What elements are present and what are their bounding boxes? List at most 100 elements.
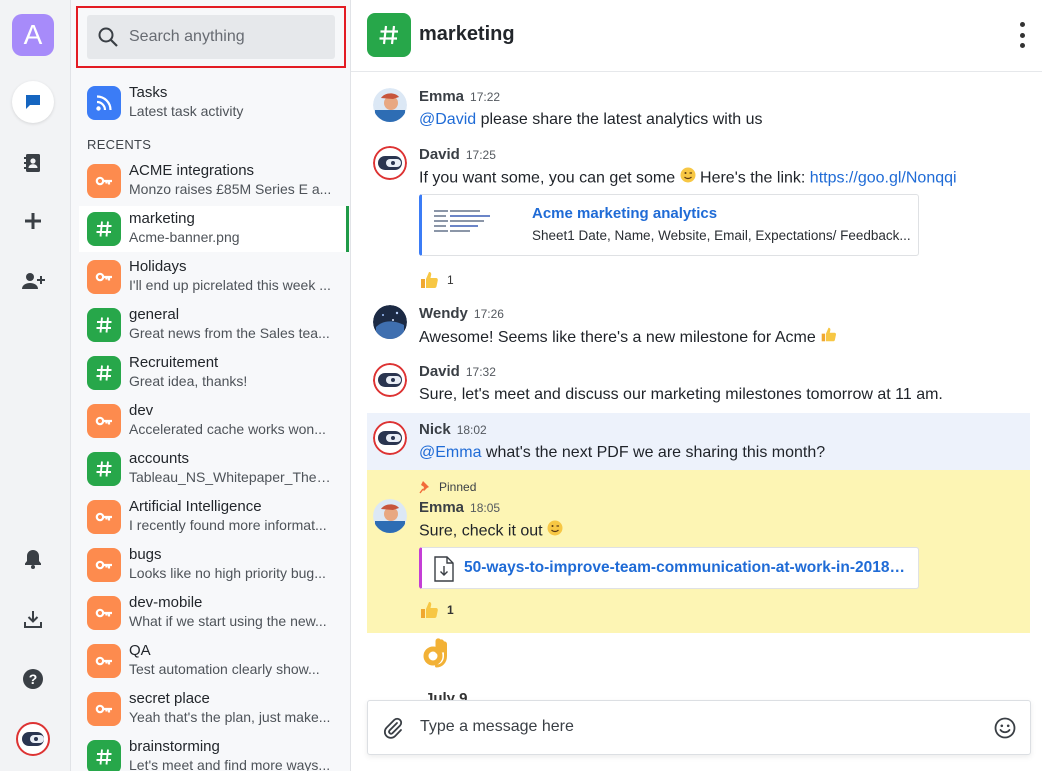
- key-icon: [87, 548, 121, 582]
- emoji-picker-icon[interactable]: [994, 717, 1016, 739]
- room-last-message: Tableau_NS_Whitepaper_The_...: [129, 469, 334, 485]
- wink-emoji-icon: [680, 167, 696, 190]
- message-text: please share the latest analytics with u…: [476, 111, 763, 128]
- file-name-link[interactable]: 50-ways-to-improve-team-communication-at…: [464, 559, 909, 577]
- message-text: Here's the link:: [695, 169, 810, 187]
- room-last-message: What if we start using the new...: [129, 613, 327, 629]
- workspace-avatar[interactable]: A: [12, 14, 54, 56]
- wink-emoji-icon: [547, 520, 563, 543]
- avatar[interactable]: [373, 363, 407, 397]
- room-item[interactable]: brainstorming Let's meet and find more wa…: [79, 734, 349, 771]
- room-item[interactable]: marketing Acme-banner.png: [79, 206, 349, 252]
- room-name: accounts: [129, 450, 190, 467]
- room-last-message: Looks like no high priority bug...: [129, 565, 326, 581]
- thumbs-up-icon: [421, 602, 438, 618]
- message-author[interactable]: Nick: [419, 421, 451, 438]
- room-last-message: Let's meet and find more ways...: [129, 757, 331, 771]
- room-name: Holidays: [129, 258, 187, 275]
- message-url-link[interactable]: https://goo.gl/Nonqqi: [810, 170, 957, 187]
- room-item[interactable]: QA Test automation clearly show...: [79, 638, 349, 684]
- avatar[interactable]: [373, 421, 407, 455]
- channel-header: marketing: [351, 0, 1042, 72]
- room-item[interactable]: Holidays I'll end up picrelated this week…: [79, 254, 349, 300]
- room-last-message: Great news from the Sales tea...: [129, 325, 330, 341]
- room-last-message: Monzo raises £85M Series E a...: [129, 181, 332, 197]
- room-last-message: Acme-banner.png: [129, 229, 240, 245]
- message-composer: [367, 700, 1031, 755]
- message-time: 17:32: [465, 365, 496, 379]
- search-box[interactable]: [87, 15, 335, 59]
- bell-icon[interactable]: [12, 538, 54, 580]
- reaction-thumbs-up[interactable]: 1: [419, 600, 454, 620]
- key-icon: [87, 404, 121, 438]
- link-preview-title[interactable]: Acme marketing analytics: [532, 205, 717, 222]
- hash-icon: [87, 212, 121, 246]
- message-author[interactable]: David: [419, 146, 460, 163]
- avatar[interactable]: [373, 146, 407, 180]
- app-rail: A ?: [0, 0, 71, 771]
- key-icon: [87, 500, 121, 534]
- room-item[interactable]: accounts Tableau_NS_Whitepaper_The_...: [79, 446, 349, 492]
- robot-avatar[interactable]: [12, 718, 54, 760]
- pinned-label: Pinned: [439, 480, 477, 494]
- room-item[interactable]: general Great news from the Sales tea...: [79, 302, 349, 348]
- message-author[interactable]: Emma: [419, 88, 464, 105]
- help-icon[interactable]: ?: [12, 658, 54, 700]
- message-author[interactable]: Wendy: [419, 305, 468, 322]
- room-name: QA: [129, 642, 151, 659]
- room-item[interactable]: dev-mobile What if we start using the new…: [79, 590, 349, 636]
- room-item[interactable]: ACME integrations Monzo raises £85M Serie…: [79, 158, 349, 204]
- room-name: marketing: [129, 210, 195, 227]
- contacts-icon[interactable]: [12, 142, 54, 184]
- mention-link[interactable]: @David: [419, 111, 476, 128]
- search-highlight-box: [76, 6, 346, 68]
- hash-icon: [367, 13, 411, 57]
- room-name: dev-mobile: [129, 594, 203, 611]
- message-text: Sure, let's meet and discuss our marketi…: [419, 386, 943, 403]
- add-user-icon[interactable]: [12, 260, 54, 302]
- file-attachment[interactable]: 50-ways-to-improve-team-communication-at…: [419, 547, 919, 589]
- pin-icon: [419, 481, 429, 494]
- key-icon: [87, 164, 121, 198]
- attach-icon[interactable]: [382, 717, 404, 739]
- message-text: Sure, check it out: [419, 522, 548, 540]
- room-name: brainstorming: [129, 738, 220, 755]
- link-preview-card[interactable]: Acme marketing analytics Sheet1 Date, Na…: [419, 194, 919, 256]
- message-time: 18:02: [456, 423, 487, 437]
- room-name: Artificial Intelligence: [129, 498, 262, 515]
- avatar[interactable]: [373, 88, 407, 122]
- hash-icon: [87, 740, 121, 771]
- mention-link[interactable]: @Emma: [419, 444, 481, 461]
- chat-icon[interactable]: [12, 81, 54, 123]
- message-input[interactable]: [420, 718, 960, 736]
- reaction-count: 1: [447, 603, 454, 617]
- avatar[interactable]: [373, 305, 407, 339]
- search-icon: [98, 27, 118, 47]
- room-item[interactable]: bugs Looks like no high priority bug...: [79, 542, 349, 588]
- message-author[interactable]: David: [419, 363, 460, 380]
- hash-icon: [87, 356, 121, 390]
- download-icon[interactable]: [12, 598, 54, 640]
- key-icon: [87, 692, 121, 726]
- svg-text:?: ?: [29, 671, 38, 687]
- tasks-name: Tasks: [129, 84, 168, 101]
- tasks-item[interactable]: Tasks Latest task activity: [79, 80, 349, 126]
- ok-hand-emoji-icon: [423, 638, 449, 673]
- room-name: general: [129, 306, 180, 323]
- message-time: 17:26: [473, 307, 504, 321]
- channel-title: marketing: [419, 23, 515, 45]
- link-preview-description: Sheet1 Date, Name, Website, Email, Expec…: [532, 228, 911, 243]
- reaction-thumbs-up[interactable]: 1: [419, 270, 454, 290]
- room-item[interactable]: Recruitement Great idea, thanks!: [79, 350, 349, 396]
- room-item[interactable]: secret place Yeah that's the plan, just m…: [79, 686, 349, 732]
- message-author[interactable]: Emma: [419, 499, 464, 516]
- room-item[interactable]: Artificial Intelligence I recently found …: [79, 494, 349, 540]
- search-input[interactable]: [129, 28, 319, 46]
- recents-heading: RECENTS: [87, 137, 152, 152]
- avatar[interactable]: [373, 499, 407, 533]
- plus-icon[interactable]: [12, 200, 54, 242]
- message-text: Awesome! Seems like there's a new milest…: [419, 329, 821, 347]
- more-options-icon[interactable]: [1016, 22, 1028, 48]
- room-item[interactable]: dev Accelerated cache works won...: [79, 398, 349, 444]
- room-name: Recruitement: [129, 354, 219, 371]
